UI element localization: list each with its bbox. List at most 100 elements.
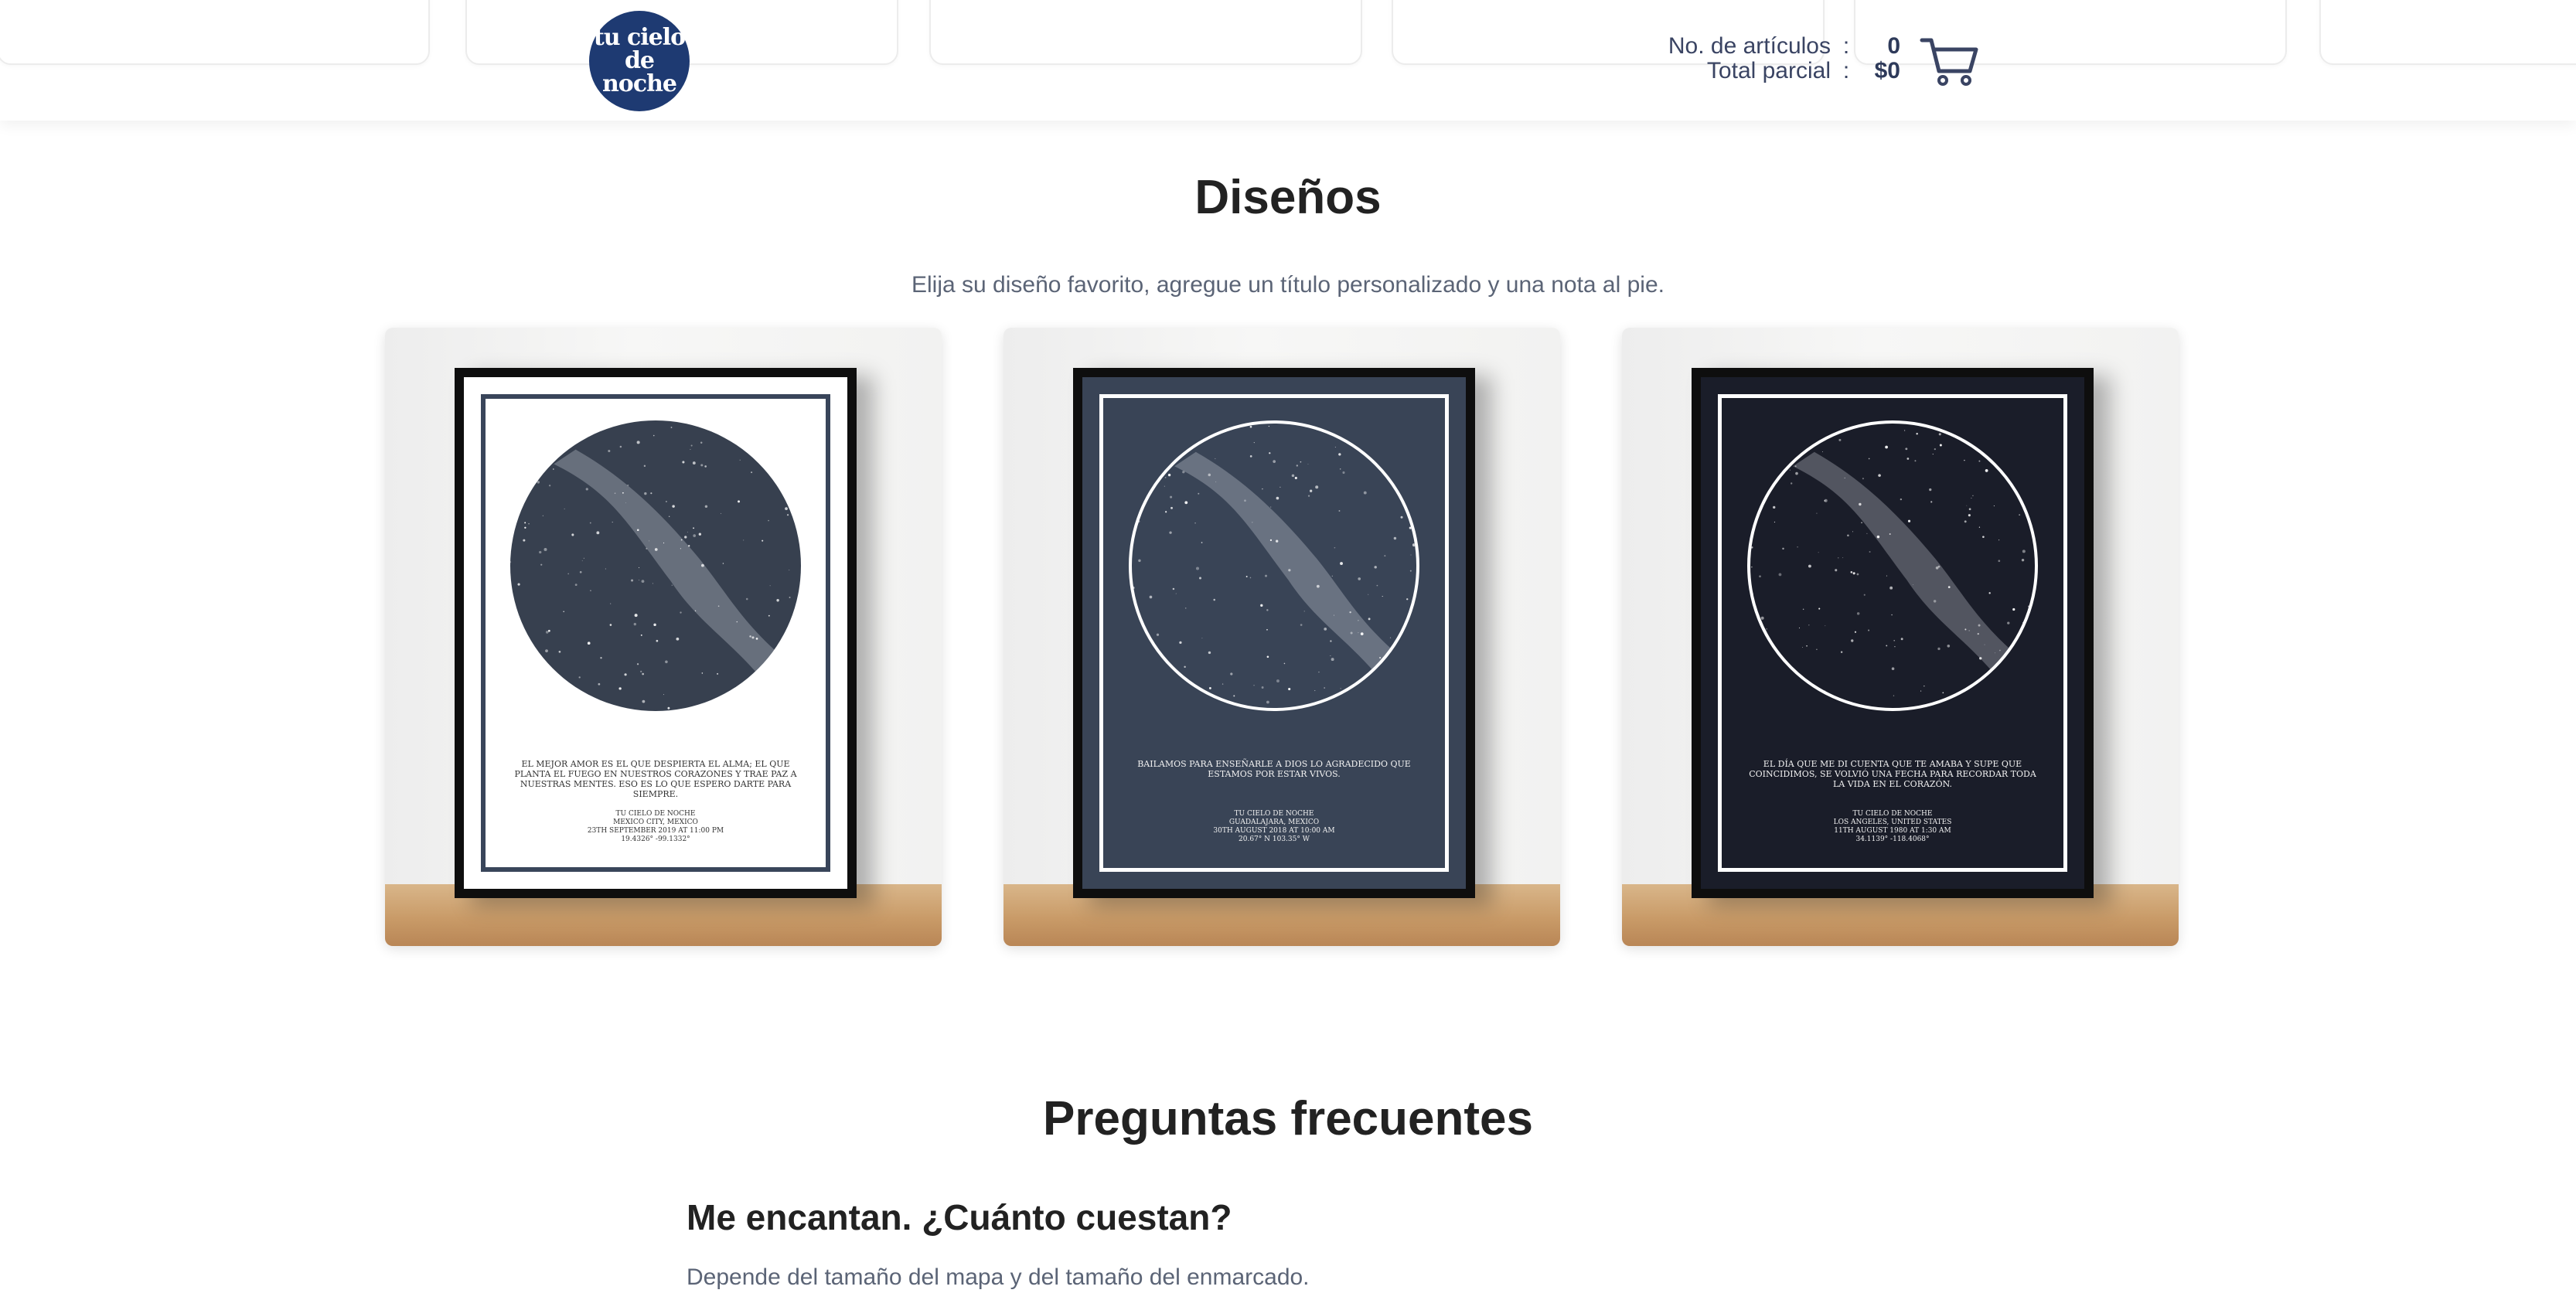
star xyxy=(1837,556,1839,559)
design-card-slate[interactable]: BAILAMOS PARA ENSEÑARLE A DIOS LO AGRADE… xyxy=(1003,328,1560,946)
star xyxy=(701,672,704,674)
star xyxy=(1818,552,1819,553)
star xyxy=(1968,630,1970,631)
star xyxy=(1977,632,1979,635)
star-map xyxy=(1747,420,2038,711)
star xyxy=(579,570,582,573)
star xyxy=(1914,460,1917,462)
star xyxy=(1790,482,1793,485)
star xyxy=(751,636,755,639)
star xyxy=(1132,586,1135,590)
star xyxy=(1249,425,1252,428)
poster-info-line: 20.67° N 103.35° W xyxy=(1239,835,1310,843)
star xyxy=(1818,607,1821,610)
star xyxy=(1358,632,1359,634)
star xyxy=(656,639,659,642)
star xyxy=(1184,607,1187,609)
star xyxy=(1198,492,1200,495)
star xyxy=(1194,522,1196,524)
star xyxy=(636,663,639,665)
star xyxy=(1916,433,1918,435)
star xyxy=(690,444,693,447)
star xyxy=(1379,657,1382,659)
star xyxy=(688,545,690,547)
star xyxy=(1822,451,1823,452)
star xyxy=(1947,644,1951,648)
star xyxy=(663,694,665,696)
star xyxy=(1863,594,1866,596)
poster-info-line: LOS ANGELES, UNITED STATES xyxy=(1833,818,1952,826)
shopping-cart-icon[interactable] xyxy=(1919,34,1981,88)
star xyxy=(1782,547,1784,550)
star xyxy=(644,492,647,495)
star xyxy=(1208,687,1211,689)
star xyxy=(608,449,611,453)
star xyxy=(633,622,636,626)
design-card-white[interactable]: EL MEJOR AMOR ES EL QUE DESPIERTA EL ALM… xyxy=(385,328,942,946)
star xyxy=(1265,574,1268,577)
star xyxy=(1245,576,1248,577)
star xyxy=(1170,506,1173,509)
star xyxy=(1253,685,1255,686)
star xyxy=(676,637,680,641)
star xyxy=(1806,645,1808,647)
star xyxy=(1978,624,1981,627)
star xyxy=(1947,586,1951,588)
star xyxy=(2019,514,2020,516)
star xyxy=(1852,572,1855,575)
star xyxy=(1816,512,1818,514)
star xyxy=(585,488,588,491)
cart-items-row: No. de artículos : 0 xyxy=(1639,34,1900,59)
star xyxy=(1164,477,1167,478)
poster-message: BAILAMOS PARA ENSEÑARLE A DIOS LO AGRADE… xyxy=(1137,759,1411,779)
star xyxy=(545,649,548,653)
star xyxy=(1331,658,1334,662)
star xyxy=(1905,448,1908,451)
star xyxy=(1862,478,1864,480)
star-map-graphic xyxy=(510,420,796,711)
star xyxy=(1968,514,1971,517)
star xyxy=(768,614,770,617)
star xyxy=(1982,536,1985,538)
star xyxy=(1338,453,1341,456)
star xyxy=(600,657,602,659)
star xyxy=(1151,641,1154,644)
cart-items-label: No. de artículos xyxy=(1668,33,1831,59)
star xyxy=(1751,593,1753,595)
star xyxy=(1233,695,1235,697)
star xyxy=(1330,640,1332,642)
cart-subtotal-value: $0 xyxy=(1874,58,1900,83)
star xyxy=(1137,520,1140,522)
logo[interactable]: tu cielo de noche xyxy=(589,11,690,111)
star xyxy=(1993,505,1995,507)
star xyxy=(1291,474,1295,478)
star xyxy=(1856,612,1860,615)
star xyxy=(717,672,719,675)
star xyxy=(1170,495,1173,499)
star xyxy=(631,579,634,582)
star xyxy=(704,465,707,468)
star-map xyxy=(510,420,801,711)
poster-frame: EL MEJOR AMOR ES EL QUE DESPIERTA EL ALM… xyxy=(455,368,857,898)
star xyxy=(680,539,683,541)
poster-info-line: 34.1139° -118.4068° xyxy=(1855,835,1930,843)
star xyxy=(1794,465,1797,468)
star xyxy=(641,580,645,584)
star xyxy=(1279,486,1281,488)
star xyxy=(1789,469,1791,471)
star xyxy=(1937,565,1941,568)
star xyxy=(636,529,639,532)
star xyxy=(1939,444,1942,447)
star xyxy=(1288,569,1291,572)
star xyxy=(1273,460,1276,463)
star xyxy=(1156,633,1160,636)
star xyxy=(1988,592,1991,594)
star xyxy=(1906,458,1910,460)
star xyxy=(776,599,779,602)
design-card-midnight[interactable]: EL DÍA QUE ME DI CUENTA QUE TE AMABA Y S… xyxy=(1622,328,2179,946)
star xyxy=(1979,657,1982,660)
star xyxy=(643,465,646,468)
star xyxy=(1384,555,1386,557)
star-map xyxy=(1129,420,1419,711)
star xyxy=(1842,556,1844,559)
